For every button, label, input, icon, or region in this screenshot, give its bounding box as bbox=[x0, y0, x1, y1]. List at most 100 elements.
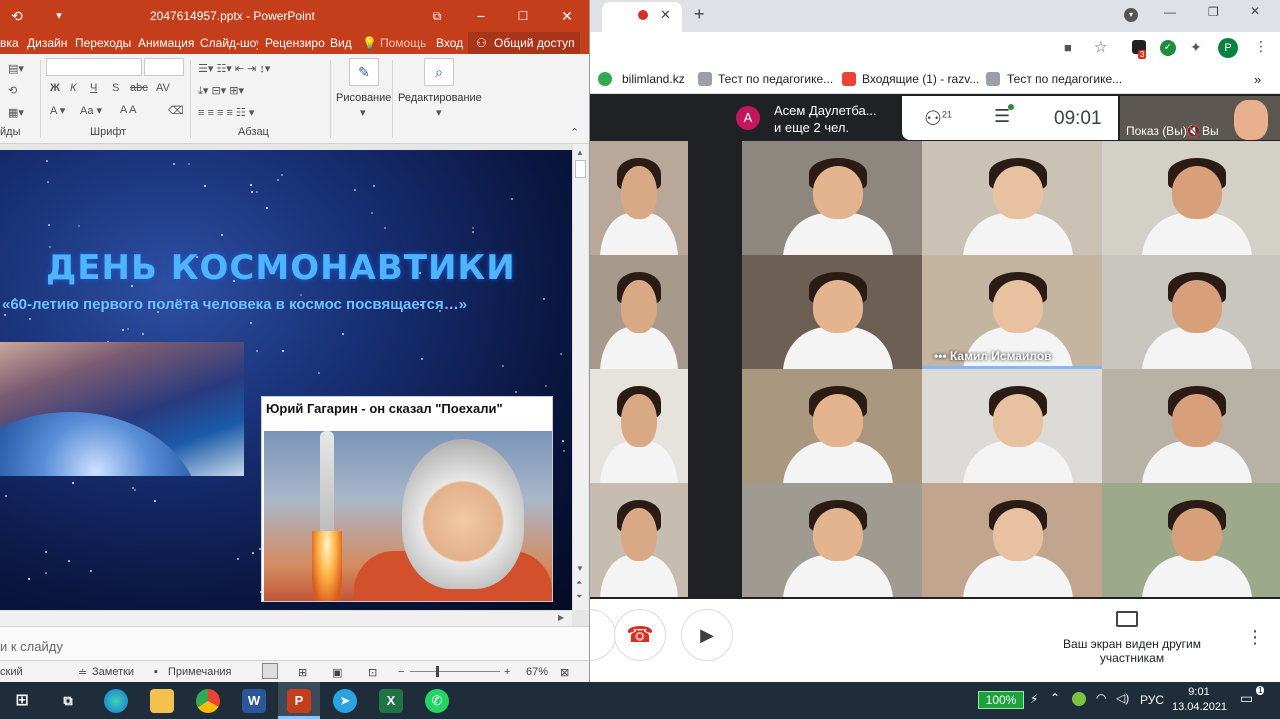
chrome-icon[interactable] bbox=[196, 689, 220, 713]
drawing-button[interactable]: Рисование bbox=[336, 92, 391, 104]
restore-icon[interactable]: ❐ bbox=[1208, 5, 1219, 19]
participant-tile[interactable] bbox=[590, 483, 688, 597]
sign-in-link[interactable]: Вход bbox=[436, 36, 463, 50]
profile-avatar[interactable]: Р bbox=[1218, 38, 1238, 58]
camera-icon[interactable]: ■ bbox=[1064, 40, 1072, 55]
zoom-slider[interactable] bbox=[410, 671, 500, 672]
more-options-icon[interactable]: ⋮ bbox=[1246, 627, 1264, 648]
bookmark-star-icon[interactable]: ☆ bbox=[1094, 38, 1107, 56]
participant-tile[interactable] bbox=[742, 369, 922, 483]
tab-help[interactable]: Помощь bbox=[380, 36, 426, 50]
ribbon-display-icon[interactable]: ⧉ bbox=[426, 6, 448, 26]
vertical-scrollbar[interactable]: ▲ ▼ ⏶ ⏷ bbox=[572, 144, 588, 610]
layout-icon[interactable]: ▤▾ bbox=[8, 62, 24, 75]
battery-indicator[interactable]: 100% bbox=[978, 691, 1024, 709]
participant-tile[interactable] bbox=[922, 141, 1102, 255]
tab-animation[interactable]: Анимация bbox=[138, 36, 194, 50]
reading-view-icon[interactable]: ▣ bbox=[332, 666, 342, 679]
language-status[interactable]: ский bbox=[0, 666, 23, 678]
participant-tile[interactable] bbox=[742, 255, 922, 369]
notifications-icon[interactable]: ▭ bbox=[1240, 690, 1253, 707]
puzzle-icon[interactable]: ✦ bbox=[1190, 39, 1202, 56]
chat-icon[interactable]: ☰ bbox=[994, 104, 1015, 127]
comment-icon[interactable]: ▪ bbox=[154, 666, 158, 678]
fit-slide-icon[interactable]: ⊠ bbox=[560, 666, 569, 679]
text-direction-icon[interactable]: ⤓▾ ⊟▾ ⊞▾ bbox=[198, 84, 244, 98]
comments-button[interactable]: Примечания bbox=[168, 666, 232, 678]
maximize-icon[interactable]: ☐ bbox=[512, 6, 534, 26]
participant-tile[interactable] bbox=[1102, 483, 1280, 597]
slide[interactable]: ДЕНЬ КОСМОНАВТИКИ «60-летию первого полё… bbox=[0, 150, 572, 610]
normal-view-icon[interactable] bbox=[262, 663, 278, 679]
zoom-thumb[interactable] bbox=[436, 666, 439, 677]
participant-tile[interactable] bbox=[590, 369, 688, 483]
font-size-input[interactable] bbox=[144, 58, 184, 76]
slide-sorter-icon[interactable]: ⊞ bbox=[298, 666, 307, 679]
close-icon[interactable]: ✕ bbox=[1250, 4, 1260, 18]
participant-tile[interactable] bbox=[590, 255, 688, 369]
clear-format-icon[interactable]: ⌫ bbox=[168, 104, 184, 117]
minimize-icon[interactable]: − bbox=[470, 6, 492, 26]
telegram-icon[interactable]: ➤ bbox=[333, 689, 357, 713]
change-case-icon[interactable]: Aa ▾ bbox=[80, 104, 102, 117]
search-icon[interactable]: ⌕ bbox=[424, 58, 454, 86]
edge-icon[interactable] bbox=[104, 689, 128, 713]
underline-icon[interactable]: Ч bbox=[90, 82, 97, 94]
tab-design[interactable]: Дизайн bbox=[27, 36, 67, 50]
scroll-thumb[interactable] bbox=[575, 160, 586, 178]
strikethrough-icon[interactable]: abc bbox=[130, 82, 148, 94]
input-language[interactable]: РУС bbox=[1140, 693, 1164, 707]
task-view-icon[interactable]: ⧉ bbox=[56, 689, 80, 713]
bold-icon[interactable]: Ж bbox=[50, 82, 60, 94]
shadow-icon[interactable]: S bbox=[112, 82, 119, 94]
zoom-out-icon[interactable]: − bbox=[398, 666, 404, 678]
previous-slide-icon[interactable]: ⏶ bbox=[576, 578, 582, 588]
bookmark-bilimland[interactable]: bilimland.kz bbox=[622, 72, 685, 86]
tab-transitions[interactable]: Переходы bbox=[75, 36, 131, 50]
tab-insert[interactable]: вка bbox=[0, 36, 19, 50]
autosave-icon[interactable]: ⟲ bbox=[6, 6, 28, 26]
tab-search-icon[interactable]: ▾ bbox=[1124, 8, 1138, 22]
tab-slideshow[interactable]: Слайд-шоу bbox=[200, 36, 258, 50]
participant-tile[interactable] bbox=[922, 483, 1102, 597]
tab-view[interactable]: Вид bbox=[330, 36, 352, 50]
meet-tab[interactable]: ✕ bbox=[602, 2, 682, 32]
participant-tile[interactable] bbox=[742, 483, 922, 597]
wifi-icon[interactable]: ◠ bbox=[1096, 691, 1106, 705]
tab-review[interactable]: Рецензиро bbox=[265, 36, 325, 50]
excel-icon[interactable]: X bbox=[379, 689, 403, 713]
font-name-input[interactable] bbox=[46, 58, 142, 76]
close-tab-icon[interactable]: ✕ bbox=[660, 7, 671, 23]
align-icon[interactable]: ≡ ≡ ≡ ≡ ☷ ▾ bbox=[198, 106, 254, 119]
share-button[interactable]: ⚇ Общий доступ bbox=[468, 32, 580, 54]
horizontal-scrollbar[interactable]: ▶ bbox=[0, 610, 572, 626]
more-bookmarks-icon[interactable]: » bbox=[1254, 72, 1261, 87]
word-icon[interactable]: W bbox=[242, 689, 266, 713]
whatsapp-icon[interactable]: ✆ bbox=[425, 689, 449, 713]
powerpoint-icon[interactable]: P bbox=[287, 689, 311, 713]
collapse-ribbon-icon[interactable]: ⌃ bbox=[570, 126, 579, 139]
check-extension-icon[interactable]: ✓ bbox=[1160, 40, 1176, 56]
next-slide-icon[interactable]: ⏷ bbox=[576, 592, 582, 602]
scroll-up-icon[interactable]: ▲ bbox=[576, 148, 584, 157]
slideshow-icon[interactable]: ⊡ bbox=[368, 666, 377, 679]
menu-icon[interactable]: ⋮ bbox=[1254, 38, 1268, 55]
presenter-pill[interactable]: А Асем Даулетба... и еще 2 чел. bbox=[730, 96, 902, 138]
italic-icon[interactable]: К bbox=[70, 82, 76, 94]
self-view-tile[interactable]: Показ (Вы) 🔇 Вы bbox=[1120, 96, 1280, 140]
editing-button[interactable]: Редактирование bbox=[398, 92, 482, 104]
system-clock[interactable]: 9:01 13.04.2021 bbox=[1172, 685, 1227, 715]
file-explorer-icon[interactable] bbox=[150, 689, 174, 713]
participant-tile[interactable] bbox=[1102, 255, 1280, 369]
new-tab-icon[interactable]: + bbox=[694, 4, 705, 25]
scroll-right-icon[interactable]: ▶ bbox=[558, 613, 564, 622]
bookmark-test-1[interactable]: Тест по педагогике... bbox=[718, 72, 833, 86]
quick-access-chevron-icon[interactable]: ▾ bbox=[48, 6, 70, 26]
participant-tile[interactable] bbox=[922, 369, 1102, 483]
spacing-icon[interactable]: AV bbox=[156, 82, 170, 94]
participant-tile[interactable]: ••• Камил Исмаилов bbox=[922, 255, 1102, 369]
close-icon[interactable]: ✕ bbox=[556, 6, 578, 26]
scroll-down-icon[interactable]: ▼ bbox=[576, 564, 584, 573]
participant-tile[interactable] bbox=[742, 141, 922, 255]
participants-button[interactable]: ⚇21 bbox=[924, 106, 952, 131]
